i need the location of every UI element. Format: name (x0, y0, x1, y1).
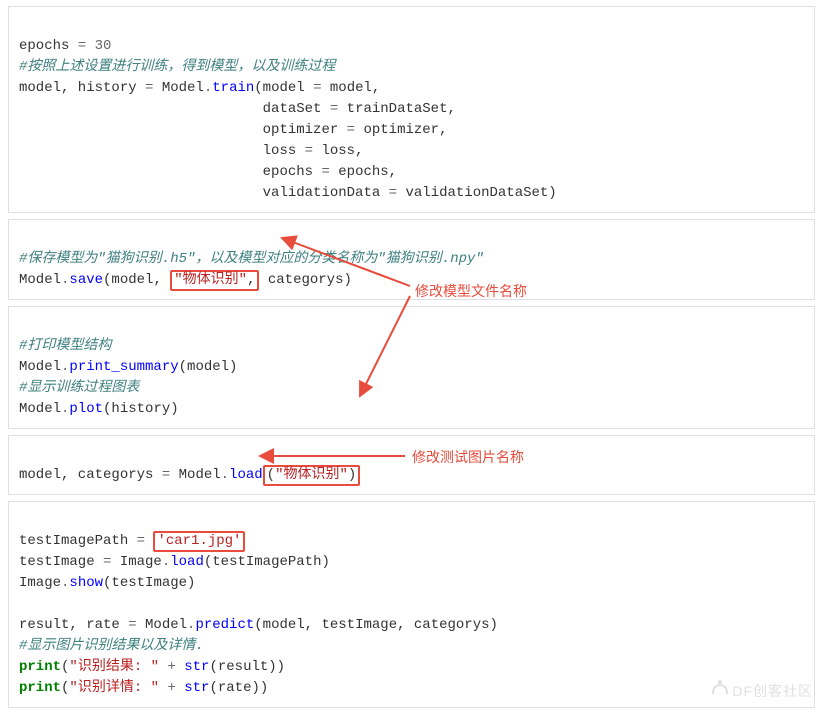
code-op: . (162, 554, 170, 570)
code-text: dataSet (19, 101, 330, 117)
code-text: optimizer (19, 122, 347, 138)
code-string: "物体识别" (275, 467, 348, 483)
code-keyword: print (19, 659, 61, 675)
code-text: (model, testImage, categorys) (254, 617, 498, 633)
code-func: load (229, 467, 263, 483)
watermark-icon (712, 684, 728, 694)
code-block-save: #保存模型为"猫狗识别.h5"，以及模型对应的分类名称为"猫狗识别.npy" M… (8, 219, 815, 300)
code-string: "识别详情: " (69, 680, 159, 696)
code-op: + (167, 680, 175, 696)
code-op: = (330, 101, 347, 117)
code-text: optimizer, (363, 122, 447, 138)
code-text: (model, (103, 272, 170, 288)
code-text: categorys) (259, 272, 351, 288)
code-op: . (204, 80, 212, 96)
code-op: . (61, 575, 69, 591)
code-func: plot (69, 401, 103, 417)
watermark-text: DF创客社区 (732, 683, 813, 699)
code-text: model, history (19, 80, 145, 96)
code-text: validationData (19, 185, 389, 201)
code-op: = (145, 80, 162, 96)
code-text: (history) (103, 401, 179, 417)
code-op: = (103, 554, 120, 570)
code-text: epochs, (338, 164, 397, 180)
code-text: Model (19, 272, 61, 288)
code-text: (model) (179, 359, 238, 375)
code-op: = (128, 617, 145, 633)
code-func: train (212, 80, 254, 96)
code-text: ( (61, 680, 69, 696)
code-number: 30 (95, 38, 112, 54)
code-text: (result)) (209, 659, 285, 675)
code-text (176, 680, 184, 696)
code-func: load (170, 554, 204, 570)
code-text: epochs (19, 38, 78, 54)
code-op: = (313, 80, 330, 96)
code-func: save (69, 272, 103, 288)
code-op: = (389, 185, 406, 201)
code-op: = (305, 143, 322, 159)
code-text: Model (145, 617, 187, 633)
code-text: Model (19, 401, 61, 417)
code-text: Image (120, 554, 162, 570)
code-text: (testImagePath) (204, 554, 330, 570)
code-comment: #显示图片识别结果以及详情. (19, 638, 204, 654)
code-text: trainDataSet, (347, 101, 456, 117)
watermark: DF创客社区 (712, 681, 813, 702)
code-text: , (247, 272, 255, 288)
code-text: model, categorys (19, 467, 162, 483)
code-func: print_summary (69, 359, 178, 375)
code-keyword: print (19, 680, 61, 696)
code-comment: #按照上述设置进行训练，得到模型，以及训练过程 (19, 59, 335, 75)
code-text: ) (348, 467, 356, 483)
code-text: validationDataSet) (405, 185, 556, 201)
code-text: (testImage) (103, 575, 195, 591)
code-func: predict (195, 617, 254, 633)
code-text: Model (162, 80, 204, 96)
highlight-model-name-save: "物体识别", (170, 270, 259, 291)
code-text: testImagePath (19, 533, 137, 549)
code-text (159, 659, 167, 675)
code-block-test: testImagePath = 'car1.jpg' testImage = I… (8, 501, 815, 708)
code-op: . (187, 617, 195, 633)
highlight-model-name-load: ("物体识别") (263, 465, 361, 486)
code-text: ( (267, 467, 275, 483)
code-op: = (78, 38, 95, 54)
code-text (176, 659, 184, 675)
code-op: = (137, 533, 154, 549)
code-comment: #保存模型为"猫狗识别.h5"，以及模型对应的分类名称为"猫狗识别.npy" (19, 251, 484, 267)
code-text: model, (330, 80, 380, 96)
code-block-summary: #打印模型结构 Model.print_summary(model) #显示训练… (8, 306, 815, 429)
code-text (159, 680, 167, 696)
code-string: 'car1.jpg' (157, 533, 241, 549)
code-op: = (321, 164, 338, 180)
code-text: Image (19, 575, 61, 591)
code-func: show (69, 575, 103, 591)
code-text: Model (19, 359, 61, 375)
code-op: = (347, 122, 364, 138)
code-op: = (162, 467, 179, 483)
code-text: (model (254, 80, 313, 96)
code-comment: #打印模型结构 (19, 338, 111, 354)
code-text: ( (61, 659, 69, 675)
code-func: str (184, 659, 209, 675)
code-text: result, rate (19, 617, 128, 633)
code-comment: #显示训练过程图表 (19, 380, 139, 396)
code-text: loss, (321, 143, 363, 159)
code-block-load: model, categorys = Model.load("物体识别") (8, 435, 815, 495)
code-op: + (167, 659, 175, 675)
code-op: . (221, 467, 229, 483)
code-text: loss (19, 143, 305, 159)
code-text: testImage (19, 554, 103, 570)
code-block-train: epochs = 30 #按照上述设置进行训练，得到模型，以及训练过程 mode… (8, 6, 815, 213)
code-text: (rate)) (209, 680, 268, 696)
code-text: Model (179, 467, 221, 483)
code-string: "识别结果: " (69, 659, 159, 675)
highlight-test-image: 'car1.jpg' (153, 531, 245, 552)
code-string: "物体识别" (174, 272, 247, 288)
code-text: epochs (19, 164, 321, 180)
code-func: str (184, 680, 209, 696)
